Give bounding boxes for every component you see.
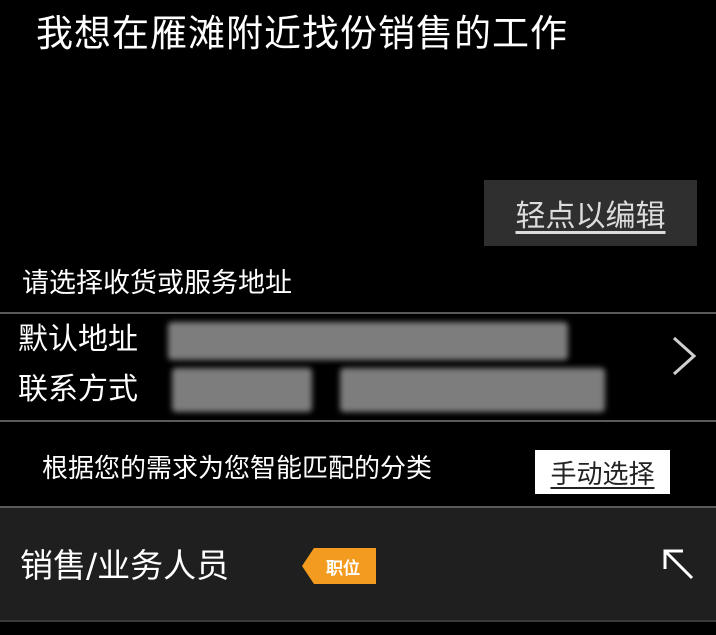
- edit-query-button[interactable]: 轻点以编辑: [484, 180, 697, 246]
- manual-select-button[interactable]: 手动选择: [535, 450, 670, 494]
- divider: [0, 620, 716, 622]
- match-description: 根据您的需求为您智能匹配的分类: [42, 454, 433, 484]
- result-item-sales[interactable]: 销售/业务人员 职位: [0, 508, 716, 620]
- manual-select-label: 手动选择: [550, 459, 655, 490]
- contact-label: 联系方式: [18, 372, 138, 407]
- redacted-contact-name: [172, 368, 312, 412]
- result-name: 销售/业务人员: [20, 546, 230, 585]
- edit-query-label: 轻点以编辑: [515, 199, 666, 234]
- chevron-right-icon[interactable]: [666, 332, 700, 380]
- voice-query-text: 我想在雁滩附近找份销售的工作: [36, 12, 568, 55]
- redacted-contact-phone: [340, 368, 605, 412]
- redacted-address: [168, 322, 568, 360]
- divider: [0, 420, 716, 422]
- category-tag: 职位: [302, 548, 376, 584]
- arrow-up-left-icon[interactable]: [658, 544, 698, 584]
- category-tag-label: 职位: [326, 558, 360, 579]
- default-address-label: 默认地址: [18, 322, 138, 357]
- match-row: 根据您的需求为您智能匹配的分类 手动选择: [0, 424, 716, 506]
- address-selector[interactable]: 默认地址 联系方式: [0, 314, 716, 420]
- address-section-title: 请选择收货或服务地址: [22, 268, 292, 299]
- page: 我想在雁滩附近找份销售的工作 轻点以编辑 请选择收货或服务地址 默认地址 联系方…: [0, 0, 716, 635]
